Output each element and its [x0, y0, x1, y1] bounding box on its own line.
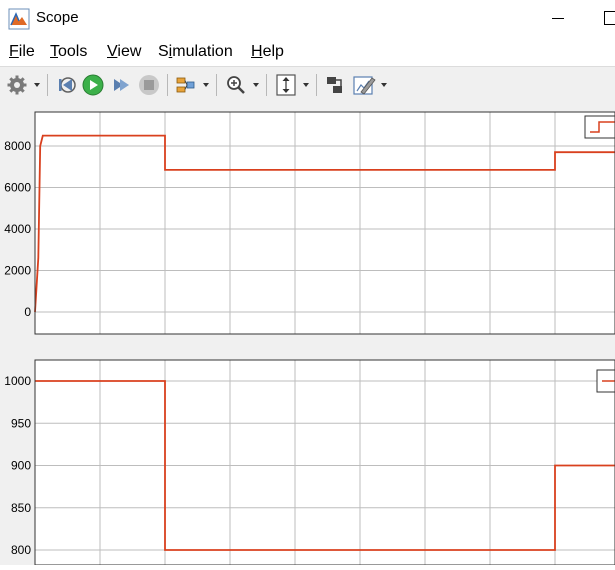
- autoscale-icon[interactable]: [275, 73, 297, 97]
- menu-tools[interactable]: Tools: [50, 43, 87, 61]
- toolbar-separator: [316, 74, 317, 96]
- y-tick-label: 4000: [4, 222, 31, 236]
- toolbar-separator: [47, 74, 48, 96]
- signal-selector-icon[interactable]: [174, 73, 196, 97]
- top-axes-background: [34, 111, 615, 335]
- zoom-dropdown-caret[interactable]: [253, 83, 259, 87]
- y-tick-label: 8000: [4, 139, 31, 153]
- signal-selector-dropdown-caret[interactable]: [203, 83, 209, 87]
- y-tick-label: 6000: [4, 181, 31, 195]
- menu-help[interactable]: Help: [251, 43, 284, 61]
- menu-view[interactable]: View: [107, 43, 141, 61]
- scope-figure: 0 2000 4000 6000 8000 800 850 900 950 1000: [0, 103, 615, 566]
- highlight-block-icon[interactable]: [324, 73, 346, 97]
- y-tick-label: 1000: [4, 374, 31, 388]
- title-bar: Scope: [0, 0, 615, 38]
- toolbar-separator: [266, 74, 267, 96]
- zoom-icon[interactable]: [225, 73, 247, 97]
- autoscale-dropdown-caret[interactable]: [303, 83, 309, 87]
- run-icon[interactable]: [81, 73, 105, 97]
- bottom-axes-background: [34, 359, 615, 566]
- y-tick-label: 950: [11, 416, 31, 430]
- legend-box[interactable]: [584, 115, 615, 139]
- matlab-scope-icon: [8, 8, 30, 30]
- edit-style-icon[interactable]: [352, 73, 376, 97]
- gear-icon[interactable]: [6, 73, 28, 97]
- window-title: Scope: [36, 9, 79, 26]
- stop-icon[interactable]: [137, 73, 161, 97]
- menu-file[interactable]: File: [9, 43, 35, 61]
- maximize-button[interactable]: [604, 11, 615, 25]
- y-tick-label: 800: [11, 543, 31, 557]
- y-tick-label: 900: [11, 459, 31, 473]
- y-tick-label: 0: [24, 305, 31, 319]
- minimize-button[interactable]: [552, 18, 564, 19]
- toolbar: [0, 66, 615, 104]
- menu-simulation[interactable]: Simulation: [158, 43, 233, 61]
- step-back-icon[interactable]: [55, 73, 77, 97]
- y-tick-label: 850: [11, 501, 31, 515]
- toolbar-separator: [167, 74, 168, 96]
- step-forward-icon[interactable]: [110, 73, 132, 97]
- scope-plots: 0 2000 4000 6000 8000 800 850 900 950 1000: [4, 111, 615, 566]
- gear-dropdown-caret[interactable]: [34, 83, 40, 87]
- y-tick-label: 2000: [4, 264, 31, 278]
- menu-bar: File Tools View Simulation Help: [0, 38, 615, 66]
- edit-style-dropdown-caret[interactable]: [381, 83, 387, 87]
- toolbar-separator: [216, 74, 217, 96]
